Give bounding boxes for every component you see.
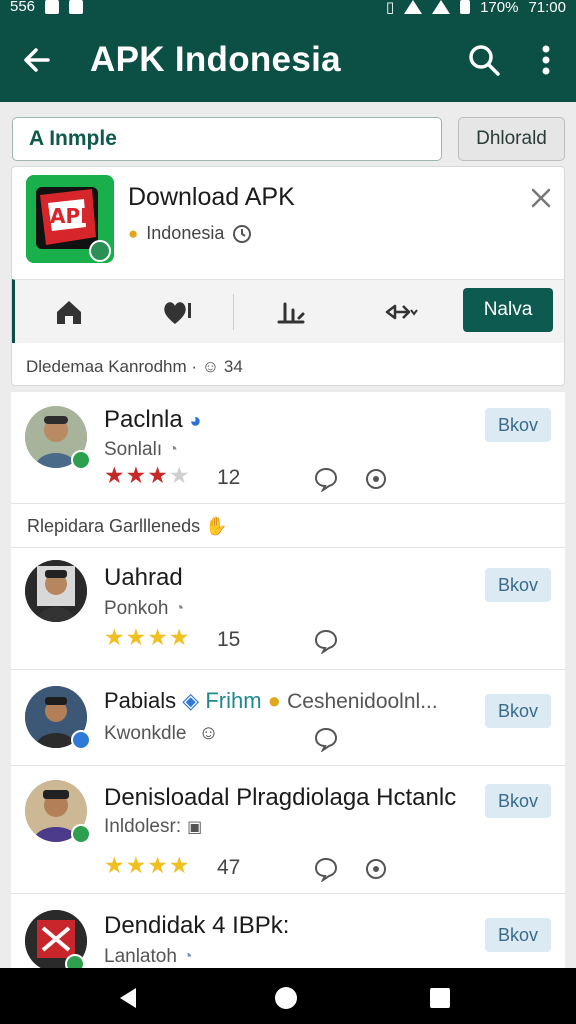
- item-extra: Ceshenidoolnl...: [287, 690, 438, 713]
- app-bar: APK Indonesia: [0, 18, 576, 102]
- item-button[interactable]: Bkov: [485, 568, 551, 602]
- notification-icon: [45, 0, 60, 14]
- nav-home-icon[interactable]: [274, 986, 298, 1010]
- verified-badge-icon: [71, 730, 91, 750]
- item-name: Dendidak 4 IBPk:: [104, 912, 290, 939]
- app-notification-icon: [69, 0, 84, 14]
- card-footer: Dledemaa Kanrodhm · ☺ 34: [26, 357, 243, 377]
- back-arrow-icon[interactable]: [18, 40, 58, 80]
- item-name: Pabials ◈ Frihm ● Ceshenidoolnl...: [104, 688, 438, 713]
- item-button[interactable]: Bkov: [485, 784, 551, 818]
- svg-text:API: API: [50, 204, 88, 228]
- emoji-icon: ●: [128, 223, 139, 243]
- item-button[interactable]: Bkov: [485, 408, 551, 442]
- card-footer-text: Dledemaa Kanrodhm ·: [26, 357, 198, 376]
- share-icon[interactable]: [383, 294, 419, 330]
- item-sub: Sonlalı ◔: [104, 439, 178, 460]
- warning-icon: ●: [267, 688, 281, 713]
- pin-icon: ◔: [174, 600, 185, 617]
- verified-badge-icon: [71, 450, 91, 470]
- comment-icon[interactable]: [313, 466, 339, 492]
- item-sub: Kwonkdle ☺: [104, 722, 219, 744]
- list-item[interactable]: Paclnla ◕ Sonlalı ◔ ★★★★ 12 Bkov: [11, 392, 565, 504]
- app-card: API Download APK ● Indonesia Nalva Dlede…: [11, 166, 565, 386]
- card-subtitle-text: Indonesia: [146, 223, 225, 243]
- search-input[interactable]: A Inmple: [12, 117, 442, 161]
- close-icon[interactable]: [530, 187, 552, 209]
- action-bar: Nalva: [12, 279, 564, 343]
- item-sub: Lanlatoh ◔: [104, 946, 193, 967]
- smiley-icon: ☺: [198, 722, 219, 744]
- more-vert-icon[interactable]: [528, 40, 564, 80]
- heart-icon[interactable]: [159, 294, 195, 330]
- nav-button[interactable]: Nalva: [463, 288, 553, 332]
- nav-back-icon[interactable]: [116, 986, 140, 1010]
- calendar-icon: ▣: [187, 819, 203, 836]
- item-sub: Ponkoh ◔: [104, 598, 185, 619]
- rating-stars: ★★★★: [104, 624, 191, 650]
- clock-icon: [233, 224, 252, 243]
- verified-badge-icon: [71, 824, 91, 844]
- rating-count: 47: [217, 856, 241, 879]
- link-icon: ◈: [182, 688, 200, 713]
- system-nav-bar: [0, 968, 576, 1024]
- list-item[interactable]: Pabials ◈ Frihm ● Ceshenidoolnl... Kwonk…: [11, 670, 565, 766]
- item-button[interactable]: Bkov: [485, 918, 551, 952]
- verified-badge-icon: [65, 954, 85, 968]
- signal-icon: [432, 0, 451, 14]
- item-name: Uahrad: [104, 564, 183, 591]
- avatar: [25, 560, 87, 622]
- wifi-icon: [404, 0, 423, 14]
- card-title: Download APK: [128, 183, 295, 211]
- item-name: Paclnla ◕: [104, 406, 202, 433]
- rating-count: 12: [217, 466, 241, 489]
- rating-stars: ★★★★: [104, 462, 191, 488]
- chart-icon[interactable]: [273, 294, 309, 330]
- clock: 71:00: [528, 0, 566, 16]
- item-button[interactable]: Bkov: [485, 694, 551, 728]
- target-icon[interactable]: [363, 856, 389, 882]
- hand-icon: ✋: [205, 516, 228, 536]
- rating-stars: ★★★★: [104, 852, 191, 878]
- vibrate-icon: ▯: [385, 0, 395, 16]
- list-item[interactable]: Uahrad Ponkoh ◔ ★★★★ 15 Bkov: [11, 548, 565, 670]
- target-icon[interactable]: [363, 466, 389, 492]
- item-sub: Inldolesr: ▣: [104, 816, 203, 837]
- comment-icon[interactable]: [313, 628, 339, 654]
- comment-icon[interactable]: [313, 726, 339, 752]
- search-row: A Inmple Dhlorald: [0, 102, 576, 166]
- apk-app-icon[interactable]: API: [26, 175, 114, 263]
- battery-icon: [460, 0, 471, 14]
- section-header: Rlepidara Garllleneds ✋: [11, 504, 565, 548]
- nav-recents-icon[interactable]: [428, 986, 452, 1010]
- battery-percent: 170%: [480, 0, 519, 16]
- card-footer-count: 34: [223, 357, 243, 376]
- page-title: APK Indonesia: [90, 40, 341, 79]
- badge-icon: ◕: [189, 410, 202, 432]
- avatar-image: [25, 560, 87, 622]
- app-list: Paclnla ◕ Sonlalı ◔ ★★★★ 12 Bkov Rlepida…: [11, 392, 565, 968]
- home-icon[interactable]: [51, 294, 87, 330]
- item-tag: Frihm: [205, 688, 262, 713]
- search-icon[interactable]: [464, 40, 504, 80]
- divider: [233, 294, 234, 330]
- download-button[interactable]: Dhlorald: [458, 117, 565, 161]
- status-left-text: 556: [10, 0, 36, 15]
- list-item[interactable]: Denisloadal Plragdiolaga Hctanlc Inldole…: [11, 766, 565, 894]
- card-subtitle: ● Indonesia: [128, 223, 252, 244]
- list-item[interactable]: Dendidak 4 IBPk: Lanlatoh ◔ Bkov: [11, 894, 565, 968]
- rating-count: 15: [217, 628, 241, 651]
- comment-icon[interactable]: [313, 856, 339, 882]
- smiley-icon: ☺: [201, 357, 224, 376]
- status-bar: 556 ▯ 170% 71:00: [0, 0, 576, 18]
- pin-icon: ◔: [168, 441, 178, 458]
- item-name: Denisloadal Plragdiolaga Hctanlc: [104, 784, 457, 811]
- pin-icon: ◔: [182, 948, 193, 965]
